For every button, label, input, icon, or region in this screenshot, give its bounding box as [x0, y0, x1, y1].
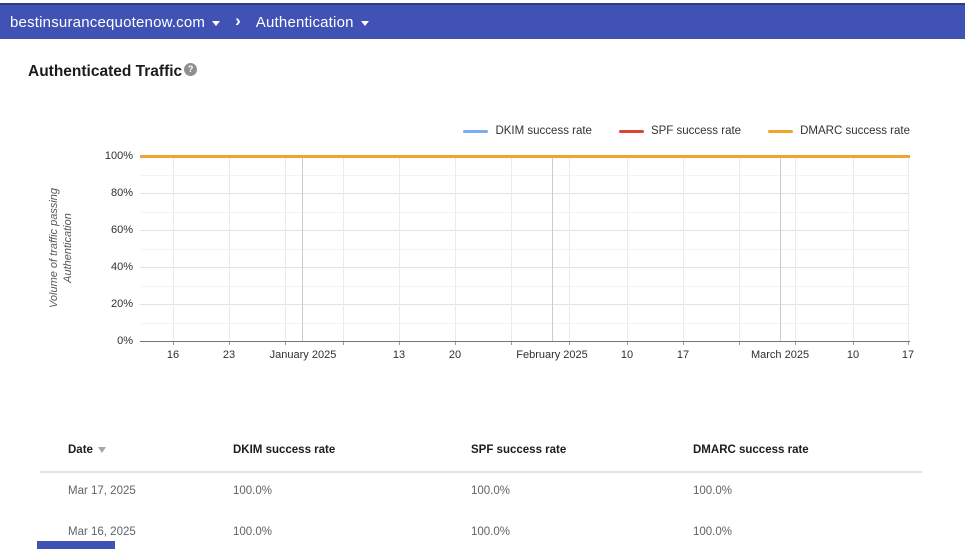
x-axis-tick	[399, 342, 401, 345]
x-axis-tick	[683, 342, 684, 345]
breadcrumb-section-dropdown[interactable]: Authentication	[256, 14, 369, 31]
gridline-v-week	[229, 156, 230, 341]
table-cell: 100.0%	[233, 526, 273, 538]
y-tick-label: 100%	[104, 150, 133, 162]
column-header-dmarc-success-rate[interactable]: DMARC success rate	[693, 444, 809, 456]
y-tick-label: 60%	[110, 224, 133, 236]
x-tick-label: 17	[676, 349, 690, 361]
x-axis-tick	[173, 342, 175, 345]
gridline-v-week	[568, 156, 570, 341]
legend-entry: SPF success rate	[618, 125, 742, 137]
gridline-v-week	[510, 156, 512, 341]
legend-swatch	[618, 129, 644, 133]
gridline-v-week	[342, 156, 344, 341]
gridline-v-week	[627, 156, 629, 341]
gridline-v-week	[907, 156, 909, 341]
gridline-v-week	[284, 156, 286, 341]
caret-down-icon	[360, 20, 369, 26]
page-title: Authenticated Traffic?	[28, 63, 198, 81]
legend-entry: DKIM success rate	[463, 125, 592, 137]
breadcrumb-domain-dropdown[interactable]: bestinsurancequotenow.com	[10, 13, 221, 31]
y-tick-label: 0%	[117, 335, 133, 347]
plot-area	[140, 154, 910, 345]
auth-results-table: Date DKIM success rate SPF success rate DMA…	[0, 430, 965, 549]
help-icon[interactable]: ?	[184, 63, 198, 76]
x-axis-tick	[794, 342, 796, 345]
y-axis-title-line: Authentication	[62, 213, 74, 283]
column-header-dkim-success-rate[interactable]: DKIM success rate	[233, 444, 335, 456]
gridline-v-week	[794, 156, 796, 341]
gridline-v-week	[683, 156, 684, 341]
legend-label: DMARC success rate	[800, 125, 910, 137]
x-tick-label: 17	[901, 349, 915, 361]
gridline-v-month	[552, 156, 554, 341]
x-axis-tick	[229, 342, 230, 345]
x-tick-label: 20	[448, 349, 462, 361]
table-cell: Mar 17, 2025	[68, 485, 136, 497]
authenticated-traffic-chart: DKIM success rate SPF success rate DMARC s…	[0, 110, 965, 382]
column-header-spf-success-rate[interactable]: SPF success rate	[471, 444, 566, 456]
gridline-v-week	[173, 156, 175, 341]
x-axis-tick	[455, 342, 456, 345]
sort-descending-icon	[97, 446, 106, 453]
gridline-v-week	[455, 156, 456, 341]
gridline-v-week	[853, 156, 855, 341]
y-tick-label: 80%	[110, 187, 133, 199]
x-axis-tick	[907, 342, 909, 345]
x-axis-tick	[568, 342, 570, 345]
breadcrumb-domain-label: bestinsurancequotenow.com	[10, 13, 206, 31]
table-cell: 100.0%	[471, 485, 511, 497]
y-tick-label: 40%	[110, 261, 133, 273]
chart-legend: DKIM success rate SPF success rate DMARC s…	[463, 125, 910, 137]
x-axis-tick	[853, 342, 855, 345]
legend-label: DKIM success rate	[495, 125, 592, 137]
x-axis-tick	[510, 342, 512, 345]
legend-label: SPF success rate	[650, 125, 742, 137]
gridline-v-month	[780, 156, 782, 341]
table-header-divider	[40, 471, 922, 473]
chevron-right-icon: ›	[235, 11, 241, 30]
partial-element-bottom	[37, 541, 115, 549]
x-axis-tick	[738, 342, 740, 345]
table-cell: 100.0%	[693, 485, 733, 497]
column-header-date[interactable]: Date	[68, 444, 106, 456]
caret-down-icon	[212, 20, 221, 26]
gridline-v-month	[302, 156, 303, 341]
table-cell: 100.0%	[693, 526, 733, 538]
series-line-dmarc	[140, 154, 910, 158]
x-axis-tick	[342, 342, 344, 345]
app-header: bestinsurancequotenow.com › Authenticati…	[0, 3, 965, 39]
x-tick-label: January 2025	[269, 349, 337, 361]
y-axis-title-line: Volume of traffic passing	[48, 187, 60, 309]
table-cell: 100.0%	[233, 485, 273, 497]
x-axis-tick	[627, 342, 629, 345]
x-axis-tick	[284, 342, 286, 345]
table-cell: 100.0%	[471, 526, 511, 538]
table-cell: Mar 16, 2025	[68, 526, 136, 538]
gridline-v-week	[738, 156, 740, 341]
legend-swatch	[768, 129, 794, 133]
page-title-text: Authenticated Traffic	[28, 63, 183, 80]
y-tick-label: 20%	[110, 298, 133, 310]
legend-swatch	[463, 129, 489, 133]
breadcrumb-section-label: Authentication	[255, 13, 354, 31]
y-axis-title: Volume of traffic passing Authentication	[47, 148, 77, 348]
gridline-v-week	[399, 156, 401, 341]
legend-entry: DMARC success rate	[768, 125, 910, 137]
